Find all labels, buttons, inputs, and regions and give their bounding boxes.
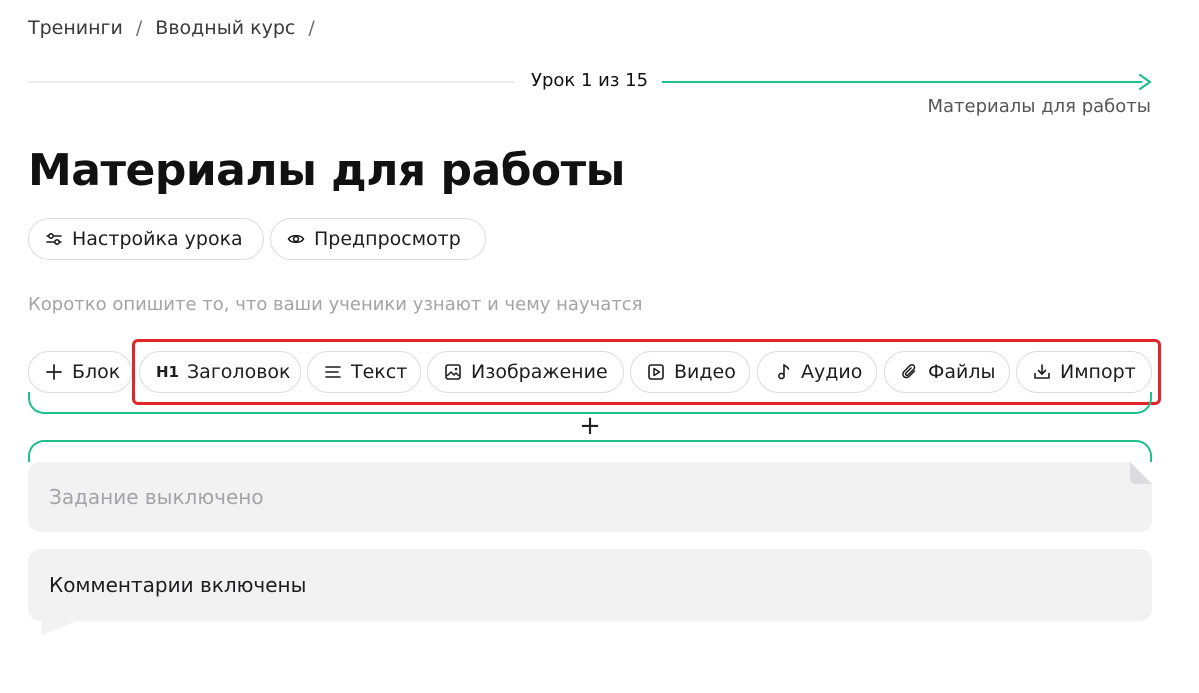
breadcrumb-separator: /: [308, 17, 315, 39]
next-lesson-link[interactable]: Материалы для работы: [928, 96, 1151, 117]
progress-track: [28, 81, 514, 83]
folded-corner-icon: [1130, 462, 1152, 484]
lesson-settings-button[interactable]: Настройка урока: [28, 218, 264, 260]
breadcrumb-item-intro-course[interactable]: Вводный курс: [155, 17, 295, 39]
lesson-description-input[interactable]: Коротко опишите то, что ваши ученики узн…: [28, 294, 643, 315]
lesson-counter: Урок 1 из 15: [531, 70, 649, 91]
page-title[interactable]: Материалы для работы: [28, 145, 625, 196]
breadcrumb: Тренинги / Вводный курс /: [28, 17, 328, 39]
add-block-label: Блок: [72, 361, 121, 383]
preview-label: Предпросмотр: [314, 228, 461, 250]
speech-bubble-tail-icon: [42, 619, 82, 635]
sliders-icon: [46, 232, 62, 246]
plus-icon: [46, 364, 62, 380]
task-status-label: Задание выключено: [49, 485, 264, 509]
task-card[interactable]: Задание выключено: [28, 462, 1152, 532]
insert-block-plus[interactable]: +: [579, 413, 601, 439]
arrow-right-icon[interactable]: [1138, 72, 1154, 92]
add-block-button[interactable]: Блок: [28, 351, 132, 393]
lesson-progress: Урок 1 из 15: [28, 68, 1152, 96]
eye-icon: [287, 234, 305, 244]
lesson-settings-label: Настройка урока: [72, 228, 243, 250]
progress-next-line: [662, 81, 1142, 83]
comments-status-label: Комментарии включены: [49, 573, 307, 597]
comments-card[interactable]: Комментарии включены: [28, 549, 1152, 635]
breadcrumb-separator: /: [135, 17, 143, 39]
preview-button[interactable]: Предпросмотр: [270, 218, 486, 260]
breadcrumb-item-trainings[interactable]: Тренинги: [28, 17, 123, 39]
block-bracket-top: [28, 440, 1152, 462]
